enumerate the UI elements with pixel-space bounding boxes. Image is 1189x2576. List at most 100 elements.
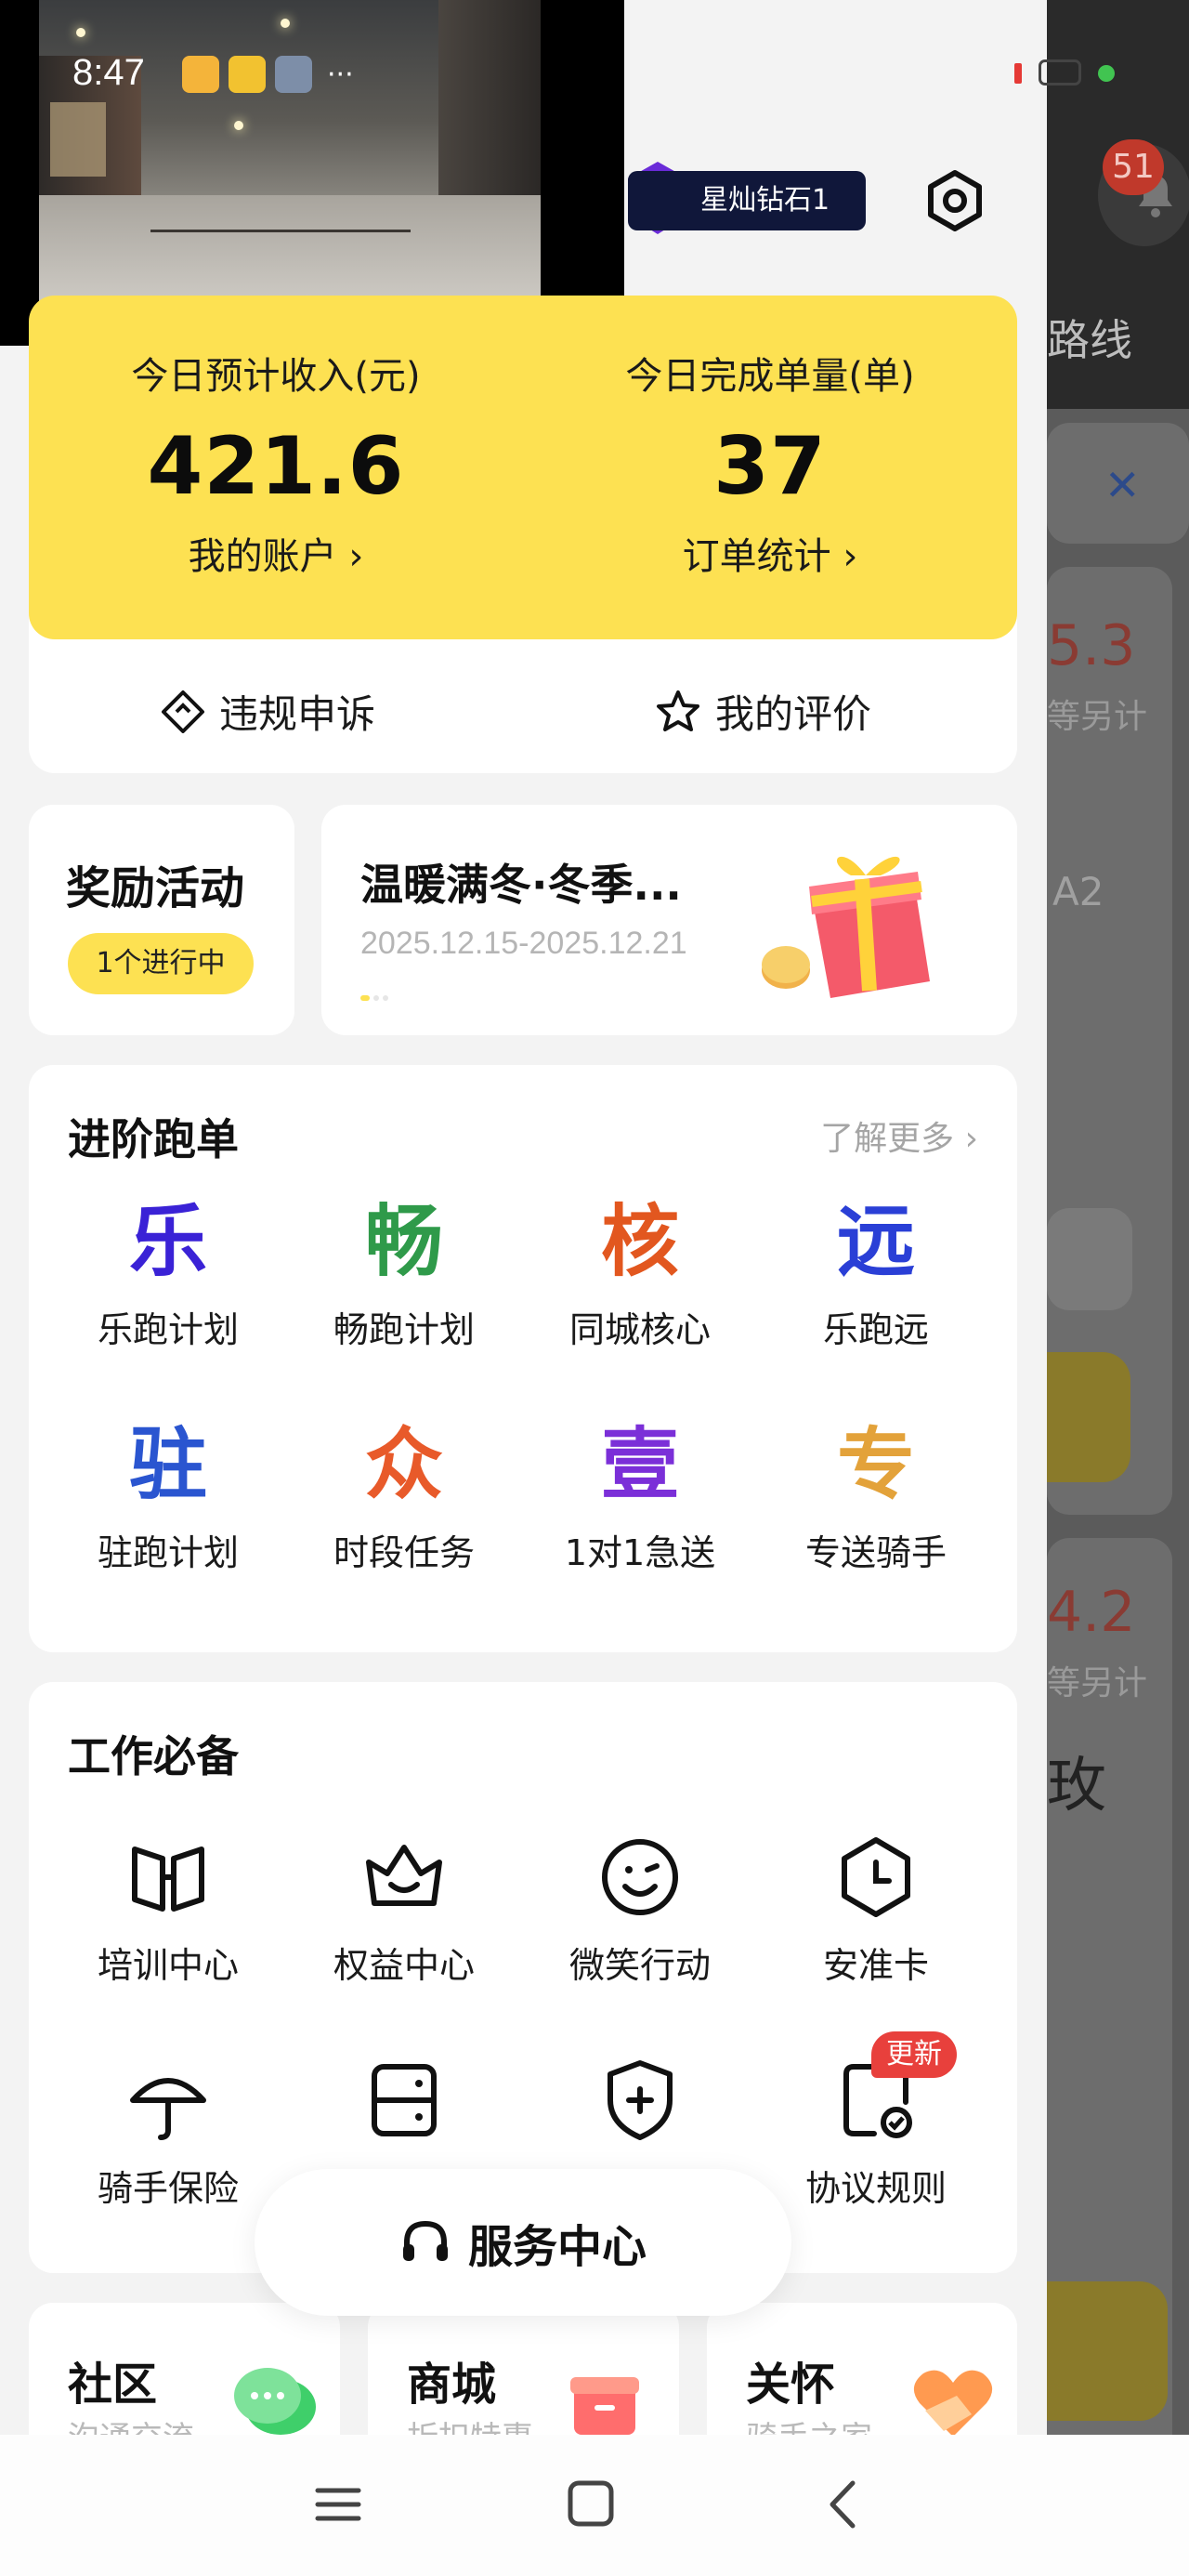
grid-item-changpao[interactable]: 畅 畅跑计划 (283, 1195, 525, 1352)
shield-plus-icon (608, 2060, 673, 2140)
grid-item-label: 专送骑手 (804, 1532, 947, 1573)
zhupao-icon: 驻 (128, 1419, 207, 1510)
gift-bag-icon (570, 2377, 639, 2435)
update-badge: 更新 (871, 2031, 957, 2078)
background-yellow-button-2 (1047, 2281, 1168, 2421)
star-icon (657, 690, 699, 731)
grid-item-label: 安准卡 (822, 1945, 929, 1986)
grid-item-lepao-far[interactable]: 远 乐跑远 (755, 1195, 997, 1352)
grid-item-label: 1对1急送 (564, 1532, 716, 1573)
grid-item-safety-card[interactable]: 安准卡 (755, 1831, 997, 1988)
back-icon[interactable] (806, 2472, 881, 2537)
city-core-icon: 核 (600, 1196, 679, 1287)
appeal-button[interactable]: 违规申诉 (160, 683, 375, 740)
income-label: 今日预计收入(元) (131, 355, 421, 398)
promo-banner[interactable]: 温暖满冬·冬季... 2025.12.15-2025.12.21 (321, 805, 1017, 1035)
order-stats-label: 订单统计 (682, 535, 831, 578)
grid-item-label: 权益中心 (333, 1945, 475, 1986)
background-app: 51 路线 ✕ 5.3 等另计 A2 4.2 等另计 玫 (1047, 0, 1189, 2576)
learn-more-link[interactable]: 了解更多 › (820, 1111, 978, 1160)
battery-icon (1039, 59, 1081, 85)
clock-badge-icon (842, 1837, 910, 1917)
income-column[interactable]: 今日预计收入(元) 421.6 我的账户 › (29, 296, 523, 580)
grid-item-city-core[interactable]: 核 同城核心 (519, 1195, 761, 1352)
recording-indicator (1014, 63, 1022, 84)
picture-in-picture-video[interactable]: 8:47 ··· (0, 0, 624, 346)
grid-item-time-task[interactable]: 众 时段任务 (283, 1418, 525, 1575)
background-sub-1: 等另计 (1047, 698, 1148, 736)
settings-icon[interactable] (921, 167, 988, 234)
account-link[interactable]: 我的账户 › (29, 526, 523, 580)
reward-title: 奖励活动 (66, 862, 245, 914)
grid-item-one-to-one[interactable]: 壹 1对1急送 (519, 1418, 761, 1575)
carousel-indicator (360, 987, 392, 1005)
gift-box-icon (762, 856, 930, 998)
reward-in-progress-pill: 1个进行中 (68, 933, 254, 994)
appeal-label: 违规申诉 (219, 691, 376, 737)
close-icon[interactable]: ✕ (1104, 460, 1141, 510)
grid-item-card[interactable] (283, 2054, 525, 2160)
grid-item-lepao[interactable]: 乐 乐跑计划 (47, 1195, 289, 1352)
background-char: 玫 (1047, 1752, 1106, 1820)
reward-activity-card[interactable]: 奖励活动 1个进行中 (29, 805, 294, 1035)
grid-item-label: 培训中心 (97, 1945, 239, 1986)
grid-item-label: 时段任务 (333, 1532, 475, 1573)
community-title: 社区 (68, 2359, 158, 2411)
rank-badge[interactable]: 星灿钻石1 (628, 171, 866, 230)
orders-label: 今日完成单量(单) (625, 355, 915, 398)
promo-date: 2025.12.15-2025.12.21 (360, 926, 687, 961)
background-sub-2: 等另计 (1047, 1664, 1148, 1702)
crown-icon (366, 1845, 442, 1906)
grid-item-zhupao[interactable]: 驻 驻跑计划 (47, 1418, 289, 1575)
one-to-one-icon: 壹 (600, 1419, 679, 1510)
lepao-icon: 乐 (128, 1196, 207, 1287)
home-icon[interactable] (554, 2472, 628, 2537)
service-center-button[interactable]: 服务中心 (255, 2169, 791, 2316)
background-value-2: 4.2 (1047, 1580, 1136, 1645)
earnings-card: 今日预计收入(元) 421.6 我的账户 › 今日完成单量(单) 37 订单统计… (29, 296, 1017, 639)
grid-item-protection[interactable] (519, 2054, 761, 2160)
smile-icon (602, 1839, 678, 1915)
grid-item-training[interactable]: 培训中心 (47, 1831, 289, 1988)
app-notification-icon (182, 56, 219, 93)
delivery-app-icon (229, 56, 266, 93)
income-value: 421.6 (147, 420, 405, 513)
grid-item-benefits[interactable]: 权益中心 (283, 1831, 525, 1988)
appeal-icon (162, 690, 204, 733)
background-dropdown (1047, 1208, 1132, 1310)
order-stats-link[interactable]: 订单统计 › (523, 526, 1017, 580)
background-code: A2 (1052, 869, 1104, 914)
privacy-indicator (1098, 65, 1115, 82)
headset-icon (402, 2220, 448, 2261)
grid-item-label: 畅跑计划 (333, 1309, 475, 1350)
grid-item-label: 乐跑计划 (97, 1309, 239, 1350)
more-icon: ··· (327, 58, 354, 91)
grid-item-label: 同城核心 (568, 1309, 711, 1350)
grid-item-dedicated-rider[interactable]: 专 专送骑手 (755, 1418, 997, 1575)
tools-icon (275, 56, 312, 93)
status-time: 8:47 (72, 52, 145, 93)
menu-icon[interactable] (301, 2472, 375, 2537)
grid-item-rider-insurance[interactable]: 骑手保险 (47, 2054, 289, 2211)
background-value-1: 5.3 (1047, 613, 1136, 678)
orders-value: 37 (713, 420, 827, 513)
chevron-right-icon: › (348, 535, 364, 578)
background-yellow-button (1047, 1352, 1130, 1482)
system-navigation-bar (0, 2435, 1189, 2576)
promo-title: 温暖满冬·冬季... (360, 860, 682, 910)
dedicated-rider-icon: 专 (836, 1419, 915, 1510)
status-icons: ··· (182, 56, 354, 93)
grid-item-smile[interactable]: 微笑行动 (519, 1831, 761, 1988)
orders-column[interactable]: 今日完成单量(单) 37 订单统计 › (523, 296, 1017, 580)
lepao-far-icon: 远 (836, 1196, 915, 1287)
card-icon (372, 2064, 437, 2136)
account-link-label: 我的账户 (188, 535, 337, 578)
grid-item-label: 协议规则 (804, 2168, 947, 2209)
umbrella-icon (130, 2078, 206, 2140)
grid-item-label: 微笑行动 (568, 1945, 711, 1986)
grid-item-label: 骑手保险 (97, 2168, 239, 2209)
time-task-icon: 众 (364, 1419, 443, 1510)
heart-hand-icon (913, 2370, 993, 2437)
my-reviews-button[interactable]: 我的评价 (654, 683, 871, 740)
work-essentials-title: 工作必备 (68, 1731, 239, 1781)
